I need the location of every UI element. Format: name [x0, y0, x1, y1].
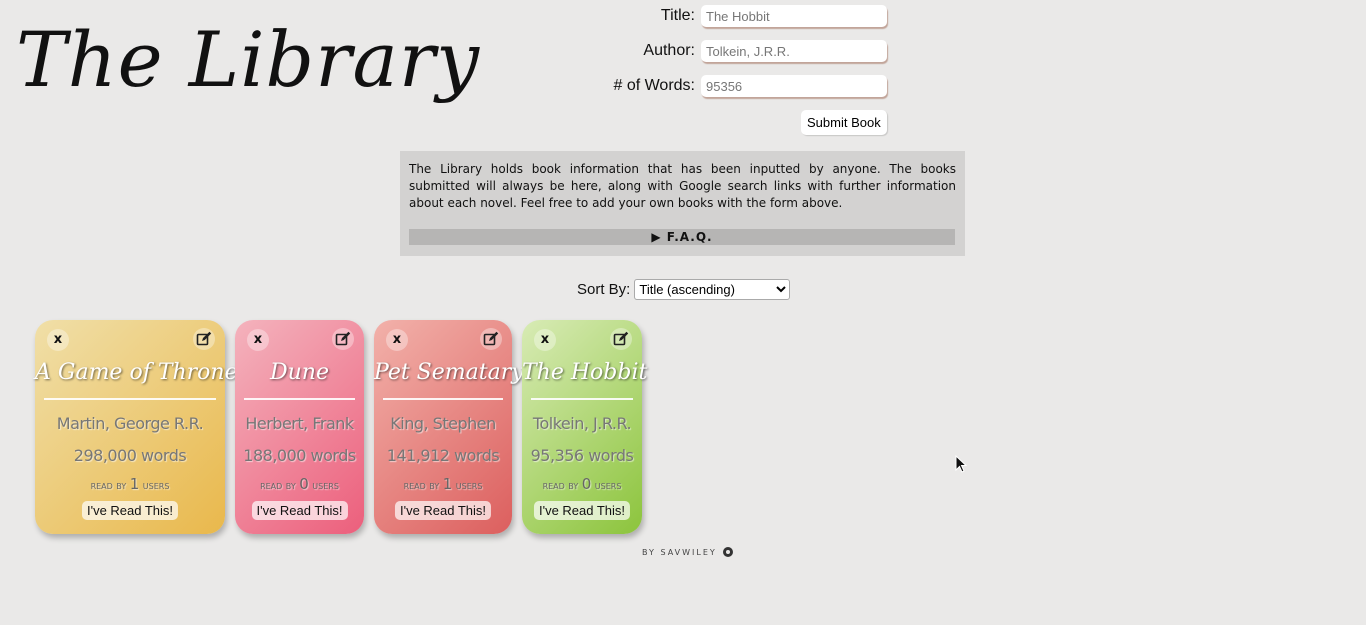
read-by-prefix: read by [90, 479, 127, 492]
site-title: The Library [16, 15, 481, 104]
book-word-count: 188,000 words [243, 446, 356, 465]
github-icon[interactable] [722, 547, 733, 557]
read-by-count: read by 0 users [522, 475, 642, 493]
author-input[interactable] [701, 40, 887, 62]
title-input[interactable] [701, 5, 887, 27]
author-label: Author: [643, 42, 695, 59]
book-author: King, Stephen [390, 414, 496, 433]
delete-book-button[interactable]: x [386, 329, 408, 351]
edit-icon[interactable] [193, 328, 215, 350]
ive-read-this-button[interactable]: I've Read This! [394, 501, 492, 520]
book-word-count: 141,912 words [386, 446, 500, 465]
edit-icon[interactable] [480, 328, 502, 350]
book-title[interactable]: A Game of Thrones [35, 360, 249, 385]
book-card: x Dune Herbert, Frank 188,000 words read by … [235, 320, 364, 534]
sort-row: Sort By: Title (ascending) [577, 279, 791, 300]
delete-book-button[interactable]: x [534, 329, 556, 351]
title-field-row: Title: [600, 5, 887, 27]
words-field-row: # of Words: [560, 75, 887, 97]
read-by-number: 0 [581, 475, 592, 493]
read-by-prefix: read by [260, 479, 296, 492]
author-field-row: Author: [600, 40, 887, 62]
footer-credit: BY SAVWILEY [642, 547, 717, 557]
book-card: x The Hobbit Tolkein, J.R.R. 95,356 words re… [522, 320, 647, 534]
read-by-number: 0 [299, 475, 309, 493]
read-by-count: read by 1 users [35, 475, 225, 493]
title-divider [531, 398, 633, 400]
ive-read-this-button[interactable]: I've Read This! [251, 501, 348, 520]
words-label: # of Words: [613, 77, 695, 94]
book-word-count: 95,356 words [530, 446, 634, 465]
book-author: Martin, George R.R. [56, 414, 204, 433]
sort-select[interactable]: Title (ascending) [634, 279, 791, 300]
delete-book-button[interactable]: x [47, 329, 69, 351]
title-label: Title: [660, 7, 695, 24]
ive-read-this-button[interactable]: I've Read This! [533, 501, 631, 520]
read-by-suffix: users [312, 479, 339, 492]
read-by-number: 1 [442, 475, 453, 493]
book-title[interactable]: Pet Sematary [374, 360, 524, 385]
read-by-prefix: read by [542, 479, 579, 492]
edit-icon[interactable] [610, 328, 632, 350]
read-by-suffix: users [455, 479, 483, 492]
submit-book-button[interactable]: Submit Book [801, 110, 887, 135]
book-word-count: 298,000 words [73, 446, 187, 465]
book-title[interactable]: Dune [235, 360, 364, 385]
book-author: Herbert, Frank [245, 414, 354, 433]
info-box: The Library holds book information that … [400, 151, 965, 256]
book-author: Tolkein, J.R.R. [532, 414, 632, 433]
faq-toggle[interactable]: ▶ F.A.Q. [409, 229, 955, 245]
read-by-suffix: users [142, 479, 170, 492]
mouse-cursor-icon [955, 455, 967, 473]
read-by-suffix: users [594, 479, 622, 492]
read-by-number: 1 [129, 475, 140, 493]
book-card: x Pet Sematary King, Stephen 141,912 words r… [374, 320, 524, 534]
footer: BY SAVWILEY [642, 547, 733, 557]
read-by-count: read by 0 users [235, 475, 364, 493]
sort-label: Sort By: [577, 281, 631, 298]
words-input[interactable] [701, 75, 887, 97]
read-by-prefix: read by [403, 479, 440, 492]
edit-icon[interactable] [332, 328, 354, 350]
ive-read-this-button[interactable]: I've Read This! [81, 501, 179, 520]
title-divider [383, 398, 503, 400]
read-by-count: read by 1 users [374, 475, 512, 493]
book-title[interactable]: The Hobbit [522, 360, 647, 385]
info-text: The Library holds book information that … [409, 162, 956, 210]
book-card: x A Game of Thrones Martin, George R.R. 298… [35, 320, 249, 534]
delete-book-button[interactable]: x [247, 329, 269, 351]
title-divider [44, 398, 216, 400]
title-divider [244, 398, 355, 400]
